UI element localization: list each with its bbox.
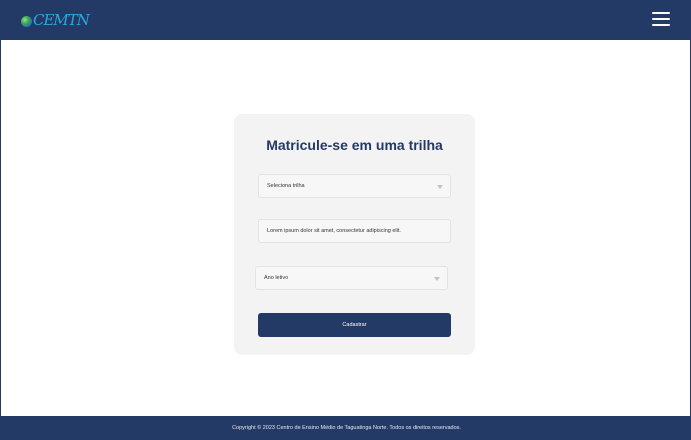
chevron-down-icon [437, 185, 443, 189]
logo-text: CEMTN [33, 11, 90, 29]
chevron-down-icon [434, 277, 440, 281]
ano-letivo-select-value: Ano letivo [264, 275, 289, 281]
copyright-text: Copyright © 2023 Centro de Ensino Médio … [232, 425, 461, 431]
footer: Copyright © 2023 Centro de Ensino Médio … [1, 416, 691, 440]
trilha-select[interactable]: Seleciona trilha [258, 174, 451, 198]
description-field-value: Lorem ipsum dolor sit amet, consectetur … [267, 228, 401, 234]
trilha-select-value: Seleciona trilha [267, 183, 305, 189]
hamburger-menu-icon [652, 12, 670, 14]
cadastrar-button[interactable]: Cadastrar [258, 313, 451, 337]
hamburger-menu-button[interactable] [652, 12, 670, 26]
globe-icon [21, 15, 32, 27]
description-field[interactable]: Lorem ipsum dolor sit amet, consectetur … [258, 219, 451, 243]
ano-letivo-select[interactable]: Ano letivo [255, 266, 448, 290]
form-title: Matricule-se em uma trilha [266, 137, 443, 153]
top-navbar: CEMTN [1, 0, 691, 40]
page: CEMTN Matricule-se em uma trilha Selecio… [0, 0, 691, 440]
site-logo[interactable]: CEMTN [21, 10, 90, 30]
enrollment-card: Matricule-se em uma trilha Seleciona tri… [234, 114, 475, 355]
